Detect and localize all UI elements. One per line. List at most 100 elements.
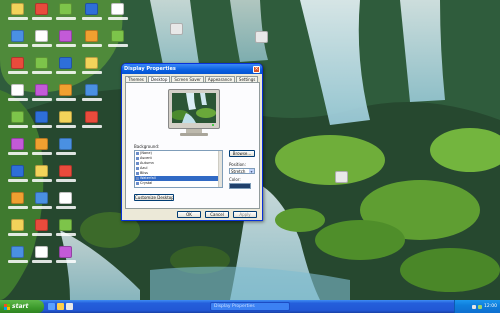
desktop-shortcut-icon[interactable]	[54, 218, 78, 242]
desktop-shortcut-icon[interactable]	[80, 29, 104, 53]
desktop-shortcut-icon[interactable]	[6, 164, 30, 188]
desktop-shortcut-icon[interactable]	[6, 245, 30, 269]
shortcut-caption	[56, 71, 76, 74]
monitor-preview	[168, 89, 220, 137]
shortcut-glyph-icon	[11, 138, 24, 150]
desktop-shortcut-icon[interactable]	[30, 137, 54, 161]
customize-desktop-button[interactable]: Customize Desktop...	[134, 194, 174, 201]
folder-icon[interactable]	[57, 303, 64, 310]
shortcut-caption	[108, 44, 128, 47]
shortcut-glyph-icon	[35, 192, 48, 204]
desktop-shortcut-icon[interactable]	[54, 56, 78, 80]
quick-launch	[48, 303, 73, 310]
shortcut-glyph-icon	[59, 246, 72, 258]
dialog-titlebar[interactable]: Display Properties ×	[122, 64, 262, 74]
desktop-shortcut-icon[interactable]	[80, 56, 104, 80]
taskbar-item-display-properties[interactable]: Display Properties	[210, 302, 290, 311]
desktop-shortcut-icon[interactable]	[6, 29, 30, 53]
color-picker-button[interactable]	[229, 183, 251, 189]
desktop-shortcut-icon[interactable]	[6, 2, 30, 26]
desktop-shortcut-icon[interactable]	[6, 191, 30, 215]
shortcut-glyph-icon	[85, 3, 98, 15]
desktop-shortcut-icon[interactable]	[30, 245, 54, 269]
monitor-base	[180, 133, 208, 136]
apply-button[interactable]: Apply	[233, 211, 257, 218]
shortcut-caption	[56, 233, 76, 236]
system-tray: 12:00	[454, 300, 500, 313]
shortcut-caption	[8, 125, 28, 128]
shortcut-glyph-icon	[85, 30, 98, 42]
shortcut-glyph-icon	[35, 111, 48, 123]
desktop-shortcut-icon[interactable]	[30, 29, 54, 53]
shortcut-caption	[8, 179, 28, 182]
shortcut-glyph-icon	[85, 57, 98, 69]
desktop-shortcut-icon[interactable]	[54, 137, 78, 161]
desktop-shortcut-icon[interactable]	[54, 110, 78, 134]
desktop-shortcut-icon[interactable]	[6, 110, 30, 134]
desktop-shortcut-icon[interactable]	[6, 56, 30, 80]
shortcut-caption	[82, 98, 102, 101]
position-label: Position:	[229, 162, 246, 167]
desktop-shortcut-icon[interactable]	[30, 110, 54, 134]
desktop-shortcut-icon[interactable]	[6, 137, 30, 161]
shortcut-glyph-icon	[35, 57, 48, 69]
volume-icon[interactable]	[472, 304, 477, 309]
network-icon[interactable]	[478, 304, 483, 309]
desktop-shortcut-icon[interactable]	[30, 218, 54, 242]
shortcut-glyph-icon	[59, 165, 72, 177]
shortcut-glyph-icon	[11, 3, 24, 15]
desktop-shortcut-icon[interactable]	[80, 2, 104, 26]
shortcut-caption	[32, 179, 52, 182]
shortcut-glyph-icon	[11, 57, 24, 69]
shortcut-glyph-icon	[11, 84, 24, 96]
browse-button[interactable]: Browse...	[229, 150, 255, 157]
chevron-down-icon[interactable]: ▾	[249, 169, 254, 173]
desktop-shortcut-icon[interactable]	[80, 83, 104, 107]
list-scrollbar[interactable]	[218, 151, 222, 187]
desktop-shortcut-icon[interactable]	[30, 56, 54, 80]
internet-explorer-icon[interactable]	[48, 303, 55, 310]
shortcut-caption	[32, 233, 52, 236]
desktop-shortcut-icon[interactable]	[30, 83, 54, 107]
desktop-shortcut-icon[interactable]	[6, 83, 30, 107]
background-list[interactable]: (None) Ascent Autumn Azul Bliss Waterfal…	[134, 150, 223, 188]
desktop-shortcut-icon[interactable]	[54, 29, 78, 53]
start-button[interactable]: start	[0, 300, 44, 313]
shortcut-glyph-icon	[11, 192, 24, 204]
shortcut-caption	[82, 71, 102, 74]
preview-image	[172, 93, 216, 123]
show-desktop-icon[interactable]	[66, 303, 73, 310]
shortcut-glyph-icon	[85, 111, 98, 123]
shortcut-caption	[56, 152, 76, 155]
desktop-shortcut-icon[interactable]	[165, 22, 189, 46]
shortcut-caption	[56, 206, 76, 209]
desktop-shortcut-icon[interactable]	[30, 191, 54, 215]
dialog-title: Display Properties	[124, 66, 176, 72]
desktop-shortcut-icon[interactable]	[106, 29, 130, 53]
desktop-shortcut-icon[interactable]	[54, 191, 78, 215]
cancel-button[interactable]: Cancel	[205, 211, 229, 218]
close-icon[interactable]: ×	[253, 65, 260, 73]
desktop-shortcut-icon[interactable]	[54, 2, 78, 26]
desktop-shortcut-icon[interactable]	[106, 2, 130, 26]
shortcut-caption	[8, 260, 28, 263]
desktop-shortcut-icon[interactable]	[6, 218, 30, 242]
position-select[interactable]: Stretch ▾	[229, 168, 255, 174]
ok-button[interactable]: OK	[177, 211, 201, 218]
shortcut-glyph-icon	[35, 3, 48, 15]
shortcut-glyph-icon	[35, 84, 48, 96]
list-item[interactable]: Crystal	[135, 181, 222, 186]
desktop-shortcut-icon[interactable]	[30, 164, 54, 188]
desktop-shortcut-icon[interactable]	[250, 30, 274, 54]
clock[interactable]: 12:00	[484, 304, 497, 309]
desktop-shortcut-icon[interactable]	[54, 83, 78, 107]
shortcut-glyph-icon	[11, 165, 24, 177]
desktop-shortcut-icon[interactable]	[30, 2, 54, 26]
desktop-shortcut-icon[interactable]	[80, 110, 104, 134]
desktop-shortcut-icon[interactable]	[330, 170, 354, 194]
windows-flag-icon	[4, 303, 10, 310]
shortcut-caption	[32, 98, 52, 101]
shortcut-glyph-icon	[170, 23, 183, 35]
desktop-shortcut-icon[interactable]	[54, 245, 78, 269]
desktop-shortcut-icon[interactable]	[54, 164, 78, 188]
